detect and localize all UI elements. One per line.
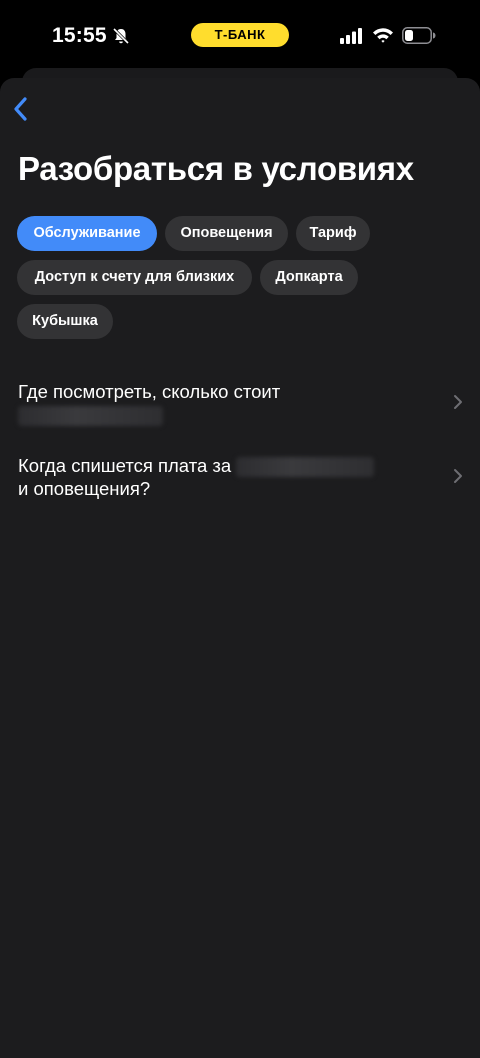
faq-question-line1: Когда спишется плата за	[18, 454, 468, 478]
chip-dostup-blizkih[interactable]: Доступ к счету для близких	[17, 260, 252, 295]
signal-icon	[340, 28, 362, 44]
chip-obsluzhivanie[interactable]: Обслуживание	[17, 216, 157, 251]
faq-item-price[interactable]: Где посмотреть, сколько стоит	[18, 380, 468, 427]
redacted-text	[236, 457, 375, 478]
chip-dopkarta[interactable]: Допкарта	[260, 260, 358, 295]
chip-kubyshka[interactable]: Кубышка	[17, 304, 113, 339]
brand-badge: Т-БАНК	[191, 23, 289, 47]
redacted-text	[18, 406, 163, 427]
faq-question: Когда спишется плата за	[18, 455, 232, 476]
status-time: 15:55	[52, 24, 107, 47]
battery-icon	[402, 27, 436, 44]
page-title: Разобраться в условиях	[18, 150, 414, 187]
chip-opoveshcheniya[interactable]: Оповещения	[165, 216, 288, 251]
chevron-left-icon[interactable]	[8, 94, 34, 124]
faq-question-line2: и оповещения?	[18, 478, 151, 500]
wifi-icon	[373, 28, 393, 43]
chevron-right-icon	[454, 395, 462, 409]
faq-item-charge[interactable]: Когда спишется плата за и оповещения?	[18, 454, 468, 500]
status-bar: 15:55 Т-БАНК	[0, 0, 480, 70]
bell-slash-icon	[112, 27, 130, 45]
chevron-right-icon	[454, 469, 462, 483]
faq-question-line2	[18, 403, 468, 427]
faq-question: Где посмотреть, сколько стоит	[18, 381, 281, 402]
conditions-sheet: Разобраться в условиях Обслуживание Опов…	[0, 78, 480, 1058]
chip-tarif[interactable]: Тариф	[296, 216, 370, 251]
